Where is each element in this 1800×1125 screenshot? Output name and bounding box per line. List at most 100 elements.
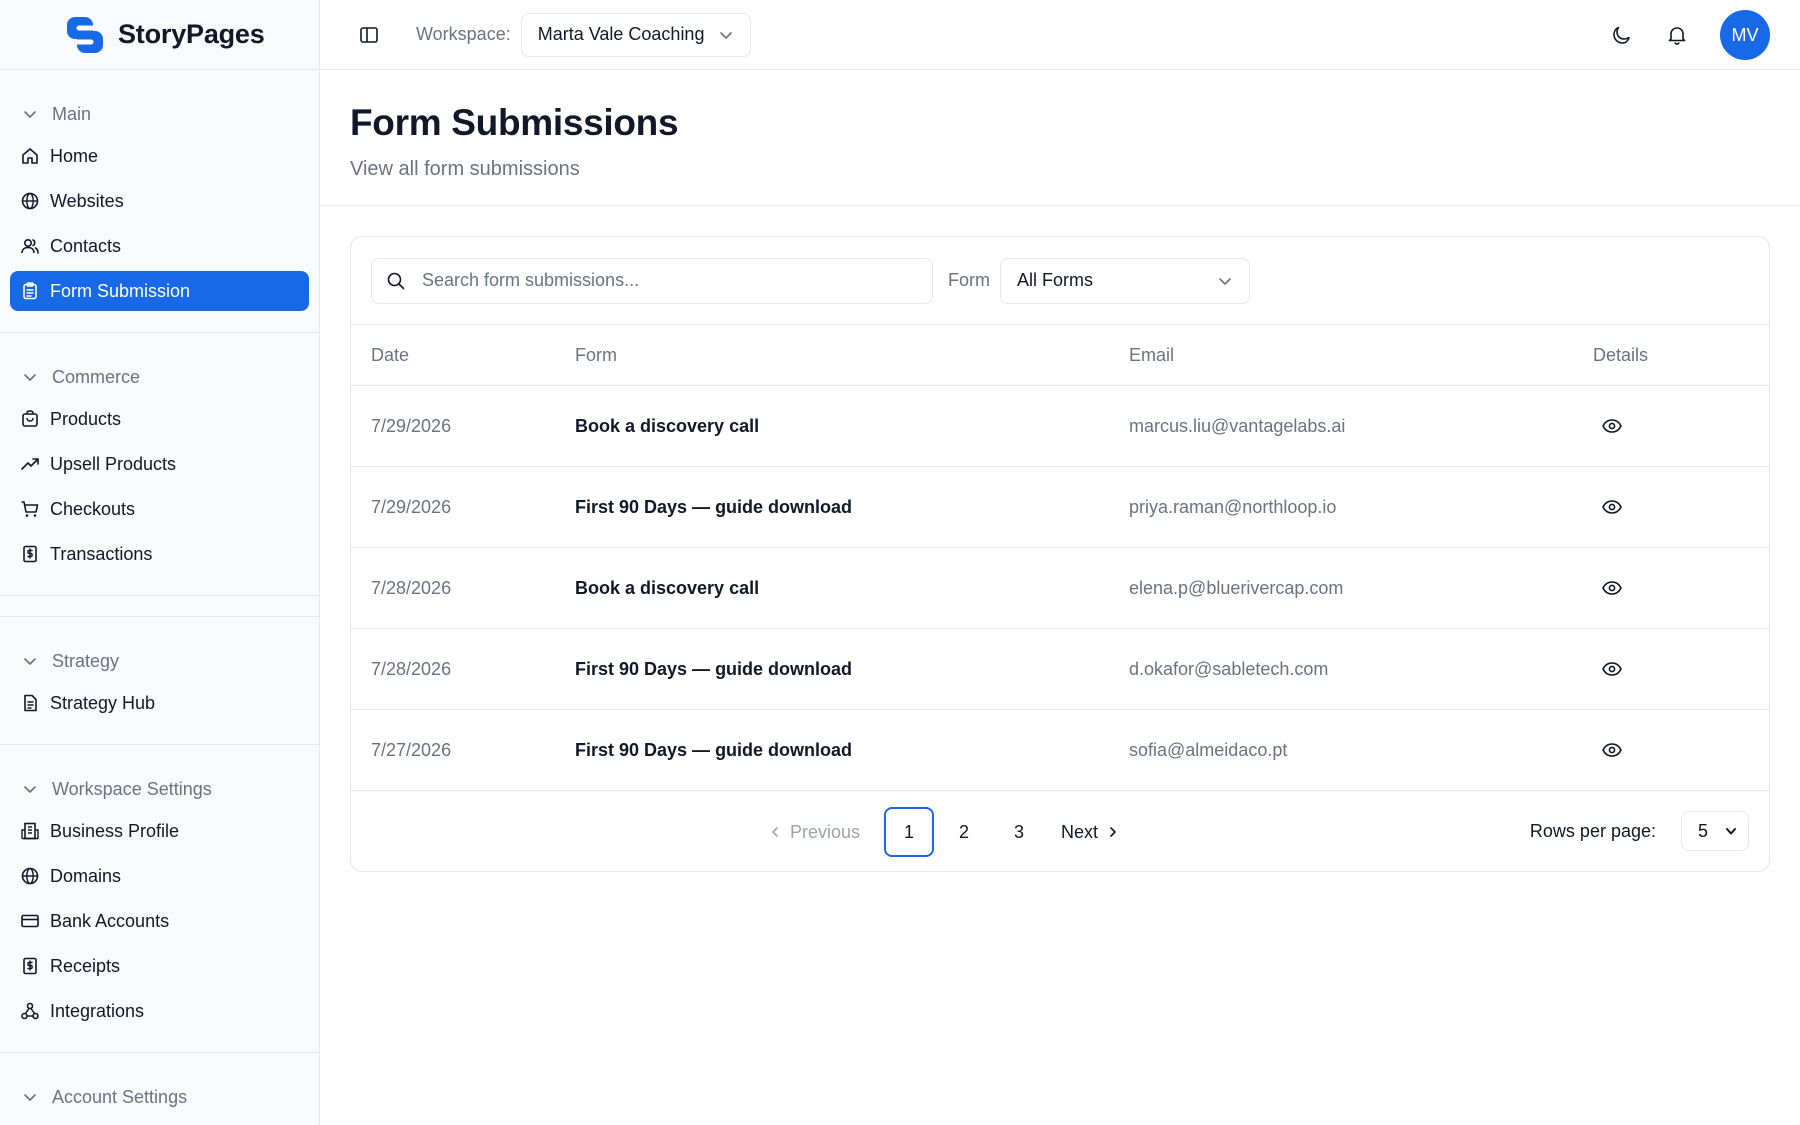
table-row[interactable]: 7/29/2026 First 90 Days — guide download… bbox=[351, 467, 1769, 548]
chevron-right-icon bbox=[1110, 827, 1116, 837]
section-header-main[interactable]: Main bbox=[0, 94, 319, 134]
eye-icon[interactable] bbox=[1601, 658, 1623, 680]
cell-date: 7/29/2026 bbox=[371, 415, 452, 436]
sidebar-item-label: Home bbox=[50, 145, 99, 166]
chevron-down-icon bbox=[24, 1094, 36, 1101]
section-title: Commerce bbox=[52, 366, 141, 387]
workspace-label: Workspace: bbox=[416, 24, 511, 44]
section-header-account-settings[interactable]: Account Settings bbox=[0, 1077, 319, 1117]
search-box[interactable] bbox=[371, 257, 933, 304]
cell-form: First 90 Days — guide download bbox=[575, 496, 853, 517]
form-filter-select[interactable]: All Forms bbox=[1000, 257, 1250, 304]
sidebar-item-label: Upsell Products bbox=[50, 453, 177, 474]
chevron-down-icon bbox=[1726, 828, 1736, 835]
home-icon bbox=[22, 148, 38, 164]
section-header-commerce[interactable]: Commerce bbox=[0, 357, 319, 397]
rows-per-page-select[interactable]: 5 bbox=[1681, 811, 1749, 851]
eye-icon[interactable] bbox=[1601, 496, 1623, 518]
section-header-workspace-settings[interactable]: Workspace Settings bbox=[0, 769, 319, 809]
column-header-form[interactable]: Form bbox=[575, 345, 1129, 366]
sidebar-item-products[interactable]: Products bbox=[10, 399, 309, 439]
table-header: Date Form Email Details bbox=[351, 325, 1769, 386]
sidebar-item-form-submission[interactable]: Form Submission bbox=[10, 271, 309, 311]
table-row[interactable]: 7/27/2026 First 90 Days — guide download… bbox=[351, 710, 1769, 791]
page-header: Form Submissions View all form submissio… bbox=[320, 70, 1800, 206]
table-row[interactable]: 7/28/2026 First 90 Days — guide download… bbox=[351, 629, 1769, 710]
search-input[interactable] bbox=[422, 270, 902, 291]
globe-icon bbox=[21, 867, 39, 885]
next-button[interactable]: Next bbox=[1061, 822, 1120, 843]
sidebar-item-checkouts[interactable]: Checkouts bbox=[10, 489, 309, 529]
sidebar-item-label: Transactions bbox=[50, 543, 153, 564]
document-icon bbox=[24, 694, 37, 712]
cell-details bbox=[1593, 496, 1769, 518]
chevron-down-icon bbox=[24, 374, 36, 381]
page-button-3[interactable]: 3 bbox=[994, 807, 1044, 857]
sidebar-item-home[interactable]: Home bbox=[10, 136, 309, 176]
chevron-left-icon bbox=[772, 827, 778, 837]
topbar-actions: MV bbox=[1612, 10, 1770, 60]
sidebar-item-upsell-products[interactable]: Upsell Products bbox=[10, 444, 309, 484]
table-row[interactable]: 7/28/2026 Book a discovery call elena.p@… bbox=[351, 548, 1769, 629]
section-title: Main bbox=[52, 103, 92, 124]
previous-button[interactable]: Previous bbox=[768, 822, 860, 843]
workspace-select[interactable]: Marta Vale Coaching bbox=[520, 12, 752, 57]
section-title: Workspace Settings bbox=[52, 778, 212, 799]
eye-icon[interactable] bbox=[1601, 739, 1623, 761]
brand[interactable]: StoryPages bbox=[0, 0, 319, 70]
form-filter-value: All Forms bbox=[1017, 270, 1093, 290]
moon-icon[interactable] bbox=[1612, 24, 1634, 46]
cell-email: priya.raman@northloop.io bbox=[1129, 496, 1337, 517]
sidebar-item-strategy-hub[interactable]: Strategy Hub bbox=[10, 683, 309, 723]
cell-details bbox=[1593, 415, 1769, 437]
table-row[interactable]: 7/29/2026 Book a discovery call marcus.l… bbox=[351, 386, 1769, 467]
storypages-logo-icon bbox=[67, 16, 103, 53]
sidebar-item-receipts[interactable]: Receipts bbox=[10, 946, 309, 986]
topbar: Workspace: Marta Vale Coaching MV bbox=[320, 0, 1800, 70]
cell-details bbox=[1593, 658, 1769, 680]
cell-details bbox=[1593, 577, 1769, 599]
sidebar-item-bank-accounts[interactable]: Bank Accounts bbox=[10, 901, 309, 941]
cell-date: 7/29/2026 bbox=[371, 496, 452, 517]
pager: Previous 1 2 3 Next bbox=[768, 807, 1120, 857]
cell-email: elena.p@bluerivercap.com bbox=[1129, 577, 1344, 598]
column-header-email[interactable]: Email bbox=[1129, 345, 1593, 366]
sidebar-item-label: Checkouts bbox=[50, 498, 136, 519]
chevron-down-icon bbox=[720, 31, 733, 39]
cell-date: 7/27/2026 bbox=[371, 739, 452, 760]
cell-email: sofia@almeidaco.pt bbox=[1129, 739, 1288, 760]
page-button-1[interactable]: 1 bbox=[884, 807, 935, 857]
cell-form: Book a discovery call bbox=[575, 577, 760, 598]
submissions-card: Form All Forms Date Form Email Details 7… bbox=[350, 236, 1770, 872]
chevron-down-icon bbox=[24, 658, 36, 665]
sidebar-toggle-icon[interactable] bbox=[358, 24, 380, 46]
sidebar-item-business-profile[interactable]: Business Profile bbox=[10, 811, 309, 851]
page-title: Form Submissions bbox=[350, 102, 679, 143]
section-header-strategy[interactable]: Strategy bbox=[0, 641, 319, 681]
sidebar-item-websites[interactable]: Websites bbox=[10, 181, 309, 221]
cell-email: d.okafor@sabletech.com bbox=[1129, 658, 1329, 679]
page-button-2[interactable]: 2 bbox=[939, 807, 989, 857]
nav-section-main: Main Home Websites Contacts Form Submiss… bbox=[0, 70, 319, 333]
eye-icon[interactable] bbox=[1601, 415, 1623, 437]
sidebar-item-label: Websites bbox=[50, 190, 124, 211]
next-label: Next bbox=[1061, 821, 1099, 842]
sidebar-item-label: Business Profile bbox=[50, 820, 180, 841]
nav-section-account-settings: Account Settings bbox=[0, 1053, 319, 1125]
avatar[interactable]: MV bbox=[1720, 10, 1770, 60]
eye-icon[interactable] bbox=[1601, 577, 1623, 599]
sidebar-item-contacts[interactable]: Contacts bbox=[10, 226, 309, 266]
filter-bar: Form All Forms bbox=[351, 237, 1769, 325]
sidebar-item-label: Strategy Hub bbox=[50, 692, 156, 713]
column-header-date[interactable]: Date bbox=[351, 345, 575, 366]
sidebar-item-transactions[interactable]: Transactions bbox=[10, 534, 309, 574]
sidebar-item-label: Bank Accounts bbox=[50, 910, 170, 931]
cart-icon bbox=[21, 501, 39, 517]
sidebar-item-label: Integrations bbox=[50, 1000, 145, 1021]
sidebar-item-domains[interactable]: Domains bbox=[10, 856, 309, 896]
sidebar-item-integrations[interactable]: Integrations bbox=[10, 991, 309, 1031]
sidebar-item-label: Domains bbox=[50, 865, 122, 886]
bell-icon[interactable] bbox=[1666, 24, 1688, 46]
avatar-initials: MV bbox=[1731, 24, 1759, 45]
clipboard-icon bbox=[23, 282, 37, 300]
